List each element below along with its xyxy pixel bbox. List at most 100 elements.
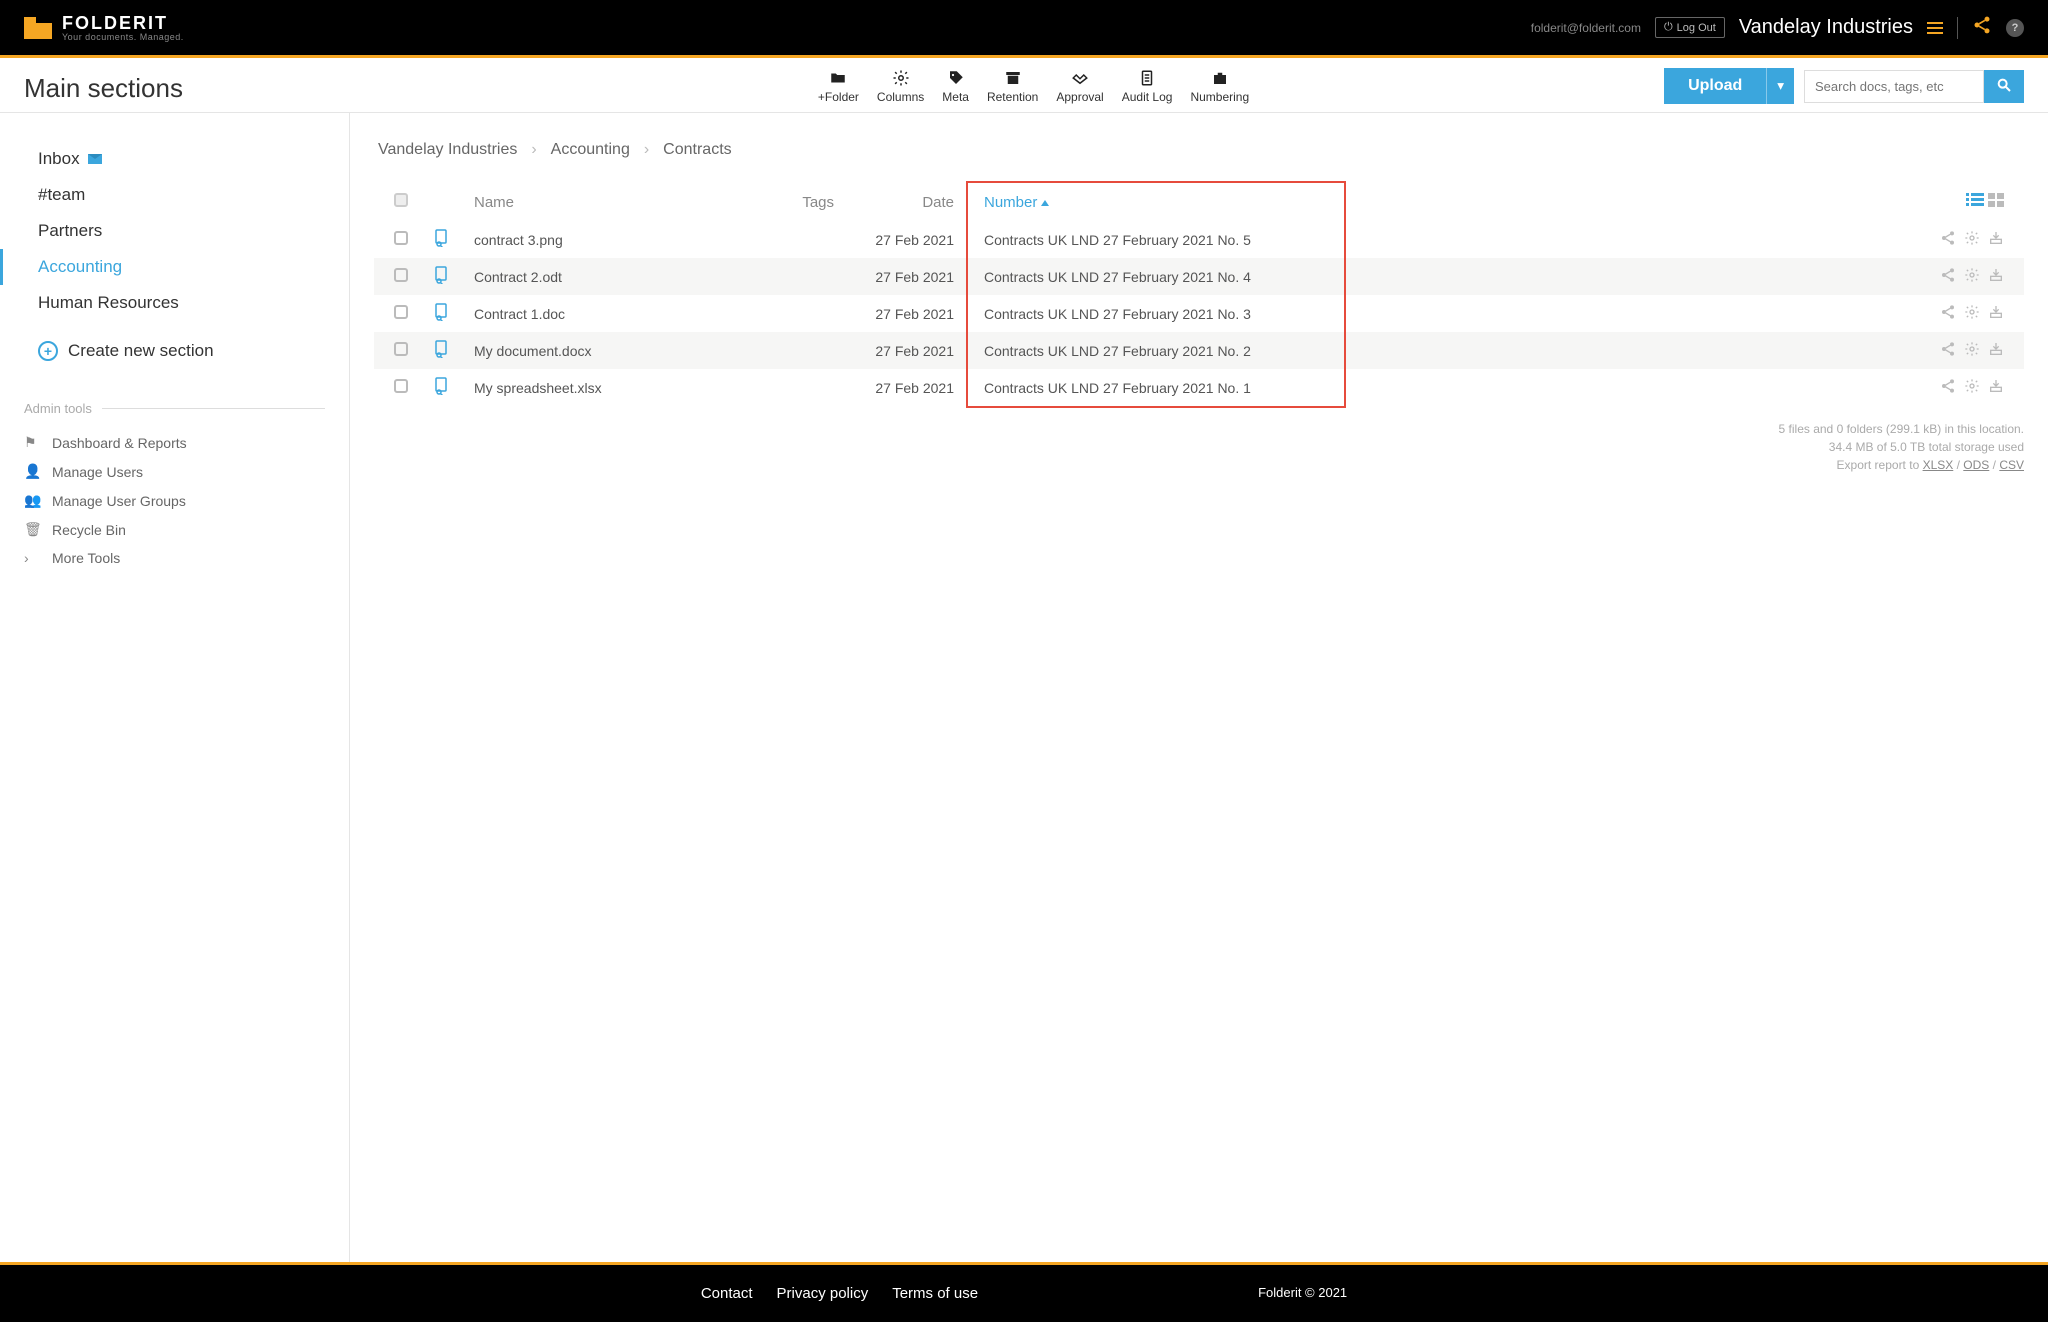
menu-icon[interactable] <box>1927 22 1943 34</box>
admin-tools-header: Admin tools <box>24 401 325 416</box>
file-name: My document.docx <box>474 343 734 359</box>
footer: Contact Privacy policy Terms of use Fold… <box>0 1265 2048 1322</box>
briefcase-icon <box>1209 69 1231 87</box>
table-row[interactable]: Contract 1.doc 27 Feb 2021 Contracts UK … <box>374 295 2024 332</box>
column-name[interactable]: Name <box>474 194 734 211</box>
export-csv[interactable]: CSV <box>1999 458 2024 472</box>
breadcrumb-item[interactable]: Accounting <box>551 141 630 159</box>
footer-terms[interactable]: Terms of use <box>892 1285 978 1302</box>
org-name: Vandelay Industries <box>1739 16 1913 39</box>
download-icon[interactable] <box>1988 378 2004 397</box>
gear-icon[interactable] <box>1964 230 1980 249</box>
footer-contact[interactable]: Contact <box>701 1285 753 1302</box>
table-row[interactable]: Contract 2.odt 27 Feb 2021 Contracts UK … <box>374 258 2024 295</box>
file-icon <box>434 266 474 287</box>
file-name: My spreadsheet.xlsx <box>474 380 734 396</box>
power-icon: ⏻ <box>1664 21 1673 34</box>
row-checkbox[interactable] <box>394 342 408 356</box>
columns-button[interactable]: Columns <box>877 69 924 104</box>
share-icon[interactable] <box>1972 15 1992 41</box>
select-all-checkbox[interactable] <box>394 193 408 207</box>
admin-users[interactable]: 👤Manage Users <box>24 457 325 486</box>
upload-dropdown[interactable]: ▾ <box>1766 68 1794 104</box>
share-icon[interactable] <box>1940 267 1956 286</box>
plus-circle-icon: + <box>38 341 58 361</box>
file-date: 27 Feb 2021 <box>834 380 984 396</box>
file-icon <box>434 340 474 361</box>
admin-user-groups[interactable]: 👥Manage User Groups <box>24 486 325 515</box>
footer-copyright: Folderit © 2021 <box>1258 1285 1347 1302</box>
table-row[interactable]: My document.docx 27 Feb 2021 Contracts U… <box>374 332 2024 369</box>
file-date: 27 Feb 2021 <box>834 232 984 248</box>
breadcrumb-item[interactable]: Vandelay Industries <box>378 141 517 159</box>
download-icon[interactable] <box>1988 304 2004 323</box>
chevron-right-icon: › <box>644 141 649 159</box>
sort-asc-icon <box>1041 200 1049 206</box>
search-button[interactable] <box>1984 70 2024 103</box>
brand-tagline: Your documents. Managed. <box>62 32 184 42</box>
sidebar-item-hr[interactable]: Human Resources <box>24 285 325 321</box>
file-date: 27 Feb 2021 <box>834 306 984 322</box>
row-checkbox[interactable] <box>394 305 408 319</box>
tag-icon <box>945 69 967 87</box>
location-stats: 5 files and 0 folders (299.1 kB) in this… <box>374 420 2024 474</box>
sidebar-item-partners[interactable]: Partners <box>24 213 325 249</box>
footer-privacy[interactable]: Privacy policy <box>777 1285 869 1302</box>
share-icon[interactable] <box>1940 230 1956 249</box>
file-number: Contracts UK LND 27 February 2021 No. 4 <box>984 269 1334 285</box>
sidebar-item-inbox[interactable]: Inbox <box>24 141 325 177</box>
toolbar: Main sections +Folder Columns Meta Reten… <box>0 58 2048 113</box>
column-tags[interactable]: Tags <box>734 194 834 211</box>
file-name: Contract 2.odt <box>474 269 734 285</box>
download-icon[interactable] <box>1988 341 2004 360</box>
share-icon[interactable] <box>1940 304 1956 323</box>
logo[interactable]: FOLDERIT Your documents. Managed. <box>24 13 184 42</box>
row-checkbox[interactable] <box>394 231 408 245</box>
search-input[interactable] <box>1804 70 1984 103</box>
list-view-icon[interactable] <box>1966 193 1984 211</box>
row-checkbox[interactable] <box>394 268 408 282</box>
add-folder-button[interactable]: +Folder <box>818 69 859 104</box>
folder-logo-icon <box>24 17 52 39</box>
admin-recycle[interactable]: 🗑Recycle Bin <box>24 515 325 544</box>
breadcrumb-item[interactable]: Contracts <box>663 141 731 159</box>
user-icon: 👤 <box>24 463 40 480</box>
column-number[interactable]: Number <box>984 194 1334 211</box>
table-row[interactable]: My spreadsheet.xlsx 27 Feb 2021 Contract… <box>374 369 2024 406</box>
sidebar-item-team[interactable]: #team <box>24 177 325 213</box>
share-icon[interactable] <box>1940 378 1956 397</box>
download-icon[interactable] <box>1988 267 2004 286</box>
users-icon: 👥 <box>24 492 40 509</box>
chevron-right-icon: › <box>24 550 40 566</box>
export-xlsx[interactable]: XLSX <box>1923 458 1954 472</box>
chevron-right-icon: › <box>531 141 536 159</box>
column-date[interactable]: Date <box>834 194 984 211</box>
help-icon[interactable]: ? <box>2006 19 2024 37</box>
download-icon[interactable] <box>1988 230 2004 249</box>
logout-button[interactable]: ⏻ Log Out <box>1655 17 1725 38</box>
audit-log-button[interactable]: Audit Log <box>1122 69 1173 104</box>
sidebar-item-accounting[interactable]: Accounting <box>0 249 325 285</box>
numbering-button[interactable]: Numbering <box>1190 69 1249 104</box>
retention-button[interactable]: Retention <box>987 69 1038 104</box>
admin-more[interactable]: ›More Tools <box>24 544 325 572</box>
gear-icon[interactable] <box>1964 267 1980 286</box>
grid-view-icon[interactable] <box>1988 193 2004 211</box>
approval-button[interactable]: Approval <box>1056 69 1103 104</box>
file-name: Contract 1.doc <box>474 306 734 322</box>
table-header: Name Tags Date Number <box>374 183 2024 221</box>
main-content: Vandelay Industries › Accounting › Contr… <box>350 113 2048 1262</box>
row-checkbox[interactable] <box>394 379 408 393</box>
create-section-button[interactable]: + Create new section <box>24 341 325 361</box>
file-date: 27 Feb 2021 <box>834 269 984 285</box>
share-icon[interactable] <box>1940 341 1956 360</box>
export-ods[interactable]: ODS <box>1963 458 1989 472</box>
file-number: Contracts UK LND 27 February 2021 No. 3 <box>984 306 1334 322</box>
gear-icon[interactable] <box>1964 378 1980 397</box>
upload-button[interactable]: Upload <box>1664 68 1766 104</box>
gear-icon[interactable] <box>1964 304 1980 323</box>
meta-button[interactable]: Meta <box>942 69 969 104</box>
table-row[interactable]: contract 3.png 27 Feb 2021 Contracts UK … <box>374 221 2024 258</box>
admin-dashboard[interactable]: ⚑Dashboard & Reports <box>24 428 325 457</box>
gear-icon[interactable] <box>1964 341 1980 360</box>
